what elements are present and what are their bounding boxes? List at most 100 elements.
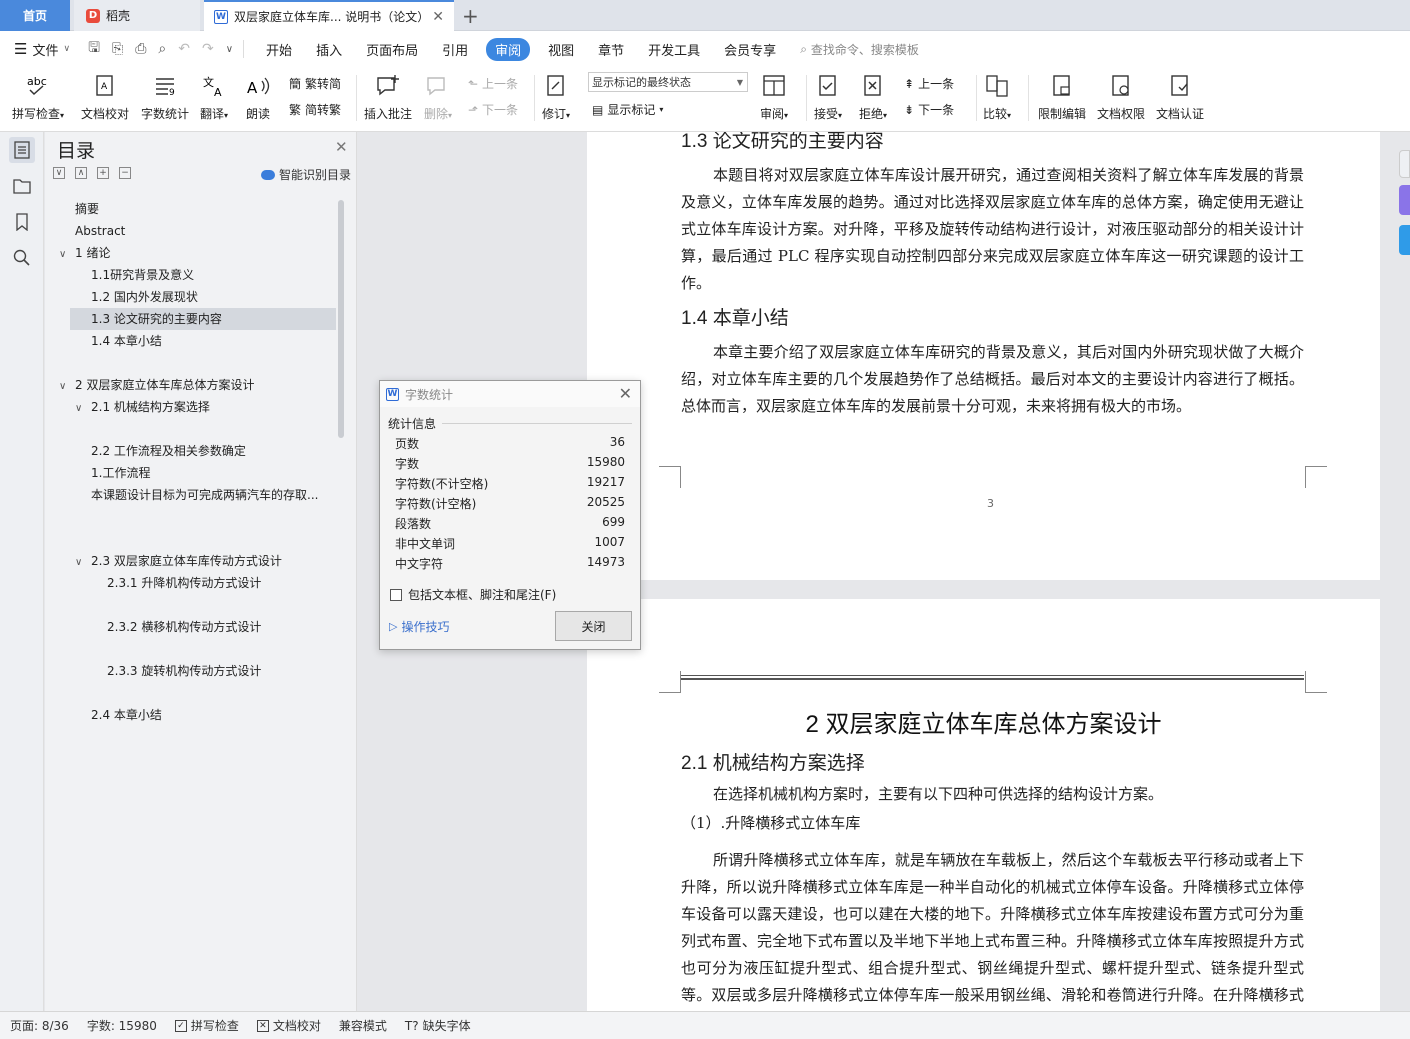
divider <box>442 423 632 424</box>
tips-link[interactable]: ▷ 操作技巧 <box>389 618 449 635</box>
spellcheck-status[interactable]: ✓ 拼写检查 <box>174 1017 239 1034</box>
track-changes-button[interactable]: 修订▾ <box>542 71 570 122</box>
toc-item[interactable]: 1.工作流程 <box>45 462 335 484</box>
menu-review[interactable]: 审阅 <box>486 37 531 61</box>
expand-toggle-icon[interactable]: ∨ <box>59 376 71 398</box>
toc-item[interactable]: 本课题设计目标为可完成两辆汽车的存取... <box>45 484 335 506</box>
collapse-down-icon[interactable]: ∨ <box>53 167 65 179</box>
next-change-button[interactable]: ⇟ 下一条 <box>904 101 954 118</box>
section-heading: 1.4 本章小结 <box>681 308 789 329</box>
add-heading-icon[interactable]: + <box>97 167 109 179</box>
smart-toc-button[interactable]: 智能识别目录 <box>261 166 351 183</box>
accept-button[interactable]: 接受▾ <box>814 71 842 122</box>
menu-references[interactable]: 引用 <box>442 40 468 59</box>
expand-toggle-icon[interactable]: ∨ <box>59 244 71 266</box>
restrict-edit-button[interactable]: 限制编辑 <box>1038 71 1086 122</box>
file-menu[interactable]: ☰ 文件 ∨ <box>14 40 70 59</box>
tab-docer[interactable]: D 稻壳 <box>74 0 200 31</box>
close-button[interactable]: 关闭 <box>555 611 632 641</box>
ribbon-separator <box>356 75 357 121</box>
toc-item[interactable]: 1.2 国内外发展现状 <box>45 286 335 308</box>
toc-item[interactable]: 摘要 <box>45 198 335 220</box>
bookmark-icon[interactable] <box>9 209 35 235</box>
doc-permission-button[interactable]: 文档权限 <box>1097 71 1145 122</box>
menu-member[interactable]: 会员专享 <box>724 40 776 59</box>
menu-page-layout[interactable]: 页面布局 <box>366 40 418 59</box>
redo-icon[interactable]: ↷ <box>202 41 214 57</box>
toc-item[interactable]: ∨ 1 绪论 <box>45 242 335 264</box>
save-icon[interactable]: 🖫 <box>88 37 100 61</box>
toc-item[interactable]: 2.3.2 横移机构传动方式设计 <box>45 616 335 638</box>
toc-item[interactable]: 2.3.3 旋转机构传动方式设计 <box>45 660 335 682</box>
translate-button[interactable]: 文A 翻译▾ <box>200 71 228 122</box>
toc-item[interactable]: 2.4 本章小结 <box>45 704 335 726</box>
read-aloud-button[interactable]: A 朗读 <box>245 71 271 122</box>
menu-insert[interactable]: 插入 <box>316 40 342 59</box>
markup-mode-select[interactable]: 显示标记的最终状态 ▼ <box>588 72 748 92</box>
prev-change-button[interactable]: ⇞ 上一条 <box>904 75 954 92</box>
tab-home[interactable]: 首页 <box>0 0 70 31</box>
toc-item[interactable]: Abstract <box>45 220 335 242</box>
show-markup-button[interactable]: ▤ 显示标记 ▾ <box>592 101 663 118</box>
compat-mode[interactable]: 兼容模式 <box>339 1017 387 1034</box>
side-tool-icon[interactable] <box>1399 150 1410 178</box>
search-icon: ⌕ <box>800 41 807 56</box>
menu-start[interactable]: 开始 <box>266 40 292 59</box>
side-panel-icon[interactable] <box>1399 225 1410 255</box>
doc-cert-button[interactable]: 文档认证 <box>1156 71 1204 122</box>
toc-item[interactable]: ∨ 2.3 双层家庭立体车库传动方式设计 <box>45 550 335 572</box>
collapse-up-icon[interactable]: ∧ <box>75 167 87 179</box>
toc-item[interactable]: ∨ 2.1 机械结构方案选择 <box>45 396 335 418</box>
expand-toggle-icon[interactable]: ∨ <box>75 552 87 574</box>
trad-to-simp-button[interactable]: 簡繁转简 <box>289 75 341 92</box>
close-icon[interactable]: ✕ <box>619 384 632 403</box>
toc-item[interactable]: 2.3.1 升降机构传动方式设计 <box>45 572 335 594</box>
menu-view[interactable]: 视图 <box>548 40 574 59</box>
prev-comment-button[interactable]: ⬑ 上一条 <box>468 75 518 92</box>
toc-panel: 目录 ✕ ∨ ∧ + − 智能识别目录 摘要 Abstract ∨ 1 绪论 1.1研究… <box>45 132 357 1011</box>
delete-comment-button[interactable]: 删除▾ <box>424 71 452 122</box>
missing-fonts[interactable]: T? 缺失字体 <box>405 1017 471 1034</box>
spellcheck-button[interactable]: abc 拼写检查▾ <box>12 71 64 122</box>
export-icon[interactable]: ⎘ <box>112 41 123 57</box>
ribbon-separator <box>806 75 807 121</box>
toc-icon[interactable] <box>9 137 35 163</box>
checkbox-box[interactable] <box>390 588 402 601</box>
toc-item[interactable]: ∨ 2 双层家庭立体车库总体方案设计 <box>45 374 335 396</box>
menu-developer[interactable]: 开发工具 <box>648 40 700 59</box>
compare-button[interactable]: 比较▾ <box>983 71 1011 122</box>
simp-to-trad-button[interactable]: 繁简转繁 <box>289 101 341 118</box>
ai-assistant-icon[interactable] <box>1399 185 1410 215</box>
toc-item[interactable]: 1.3 论文研究的主要内容 <box>70 308 336 330</box>
menu-chapter[interactable]: 章节 <box>598 40 624 59</box>
stat-row: 非中文单词 1007 <box>395 535 625 555</box>
toc-scrollbar[interactable] <box>338 200 344 438</box>
next-comment-button[interactable]: ⬏ 下一条 <box>468 101 518 118</box>
toc-item[interactable]: 1.4 本章小结 <box>45 330 335 352</box>
print-preview-icon[interactable]: ⌕ <box>158 41 166 57</box>
page-indicator[interactable]: 页面: 8/36 <box>10 1017 69 1034</box>
chapter-nav-icon[interactable] <box>9 173 35 199</box>
more-icon[interactable]: ∨ <box>226 44 233 55</box>
search-icon[interactable] <box>9 245 35 271</box>
doc-proof-button[interactable]: A 文档校对 <box>81 71 129 122</box>
toc-item[interactable]: 1.1研究背景及意义 <box>45 264 335 286</box>
tab-close-icon[interactable]: ✕ <box>432 9 444 25</box>
print-icon[interactable]: ⎙ <box>135 41 146 57</box>
remove-heading-icon[interactable]: − <box>119 167 131 179</box>
close-icon[interactable]: ✕ <box>335 138 348 156</box>
word-count-button[interactable]: 9 字数统计 <box>141 71 189 122</box>
command-search[interactable]: ⌕ 查找命令、搜索模板 <box>800 41 919 58</box>
crop-mark <box>659 671 681 693</box>
proof-status[interactable]: ✕ 文档校对 <box>256 1017 321 1034</box>
new-tab-icon[interactable]: + <box>462 4 479 28</box>
review-pane-button[interactable]: 审阅▾ <box>760 71 788 122</box>
reject-button[interactable]: 拒绝▾ <box>859 71 887 122</box>
expand-toggle-icon[interactable]: ∨ <box>75 398 87 420</box>
insert-comment-button[interactable]: 插入批注 <box>364 71 412 122</box>
undo-icon[interactable]: ↶ <box>178 41 190 57</box>
tab-document[interactable]: W 双层家庭立体车库... 说明书（论文） ✕ <box>204 0 454 31</box>
word-count-indicator[interactable]: 字数: 15980 <box>87 1017 157 1034</box>
toc-item[interactable]: 2.2 工作流程及相关参数确定 <box>45 440 335 462</box>
include-textbox-checkbox[interactable]: 包括文本框、脚注和尾注(F) <box>390 586 556 603</box>
